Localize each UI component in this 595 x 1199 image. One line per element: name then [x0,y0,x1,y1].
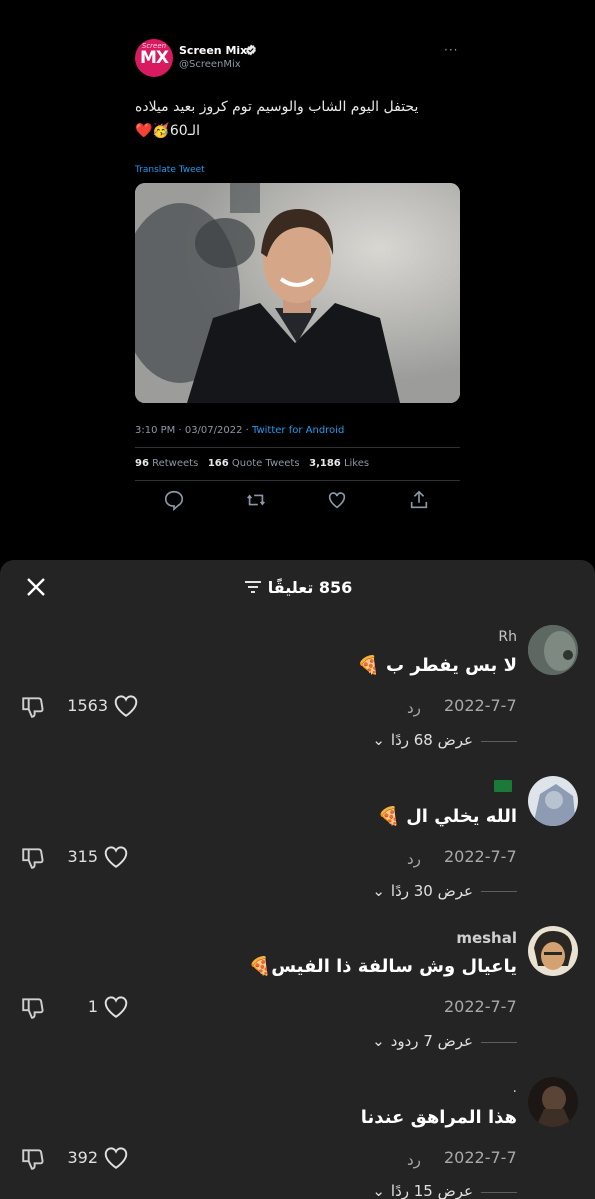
view-replies-label: عرض 15 ردًا [390,1182,473,1199]
tweet-meta: 3:10 PM · 03/07/2022 · Twitter for Andro… [135,425,344,436]
heart-icon[interactable] [113,694,139,718]
comment-username[interactable]: meshal [456,929,517,947]
verified-badge-icon [246,44,256,56]
more-options-icon[interactable]: ··· [444,43,458,57]
reply-thread-line [481,1042,517,1043]
retweet-icon[interactable] [245,489,267,511]
heart-icon[interactable] [103,1146,129,1170]
view-replies-label: عرض 7 ردود [390,1032,473,1050]
chevron-down-icon: ⌄ [372,882,385,900]
tweet-photo[interactable] [135,183,460,403]
tweet-time: 3:10 PM · 03/07/2022 · [135,425,253,436]
comment-text-body: لا بس يفطر ب [386,655,517,676]
heart-icon[interactable] [103,995,129,1019]
avatar-image [528,625,578,675]
comment-likes-count: 315 [67,847,98,866]
reply-button[interactable]: رد [407,699,421,717]
heart-icon[interactable] [103,845,129,869]
view-replies-button[interactable]: عرض 68 ردًا ⌄ [372,731,473,749]
tweet-source[interactable]: Twitter for Android [252,425,344,436]
translate-tweet-link[interactable]: Translate Tweet [135,165,205,175]
avatar-image [528,926,578,976]
comment-date: 2022-7-7 [444,1148,517,1167]
pizza-emoji-icon: 🍕 [248,956,272,977]
view-replies-button[interactable]: عرض 15 ردًا ⌄ [372,1182,473,1199]
tweet-card: Screen MX Screen Mix @ScreenMix ··· يحتف… [0,0,595,560]
reply-thread-line [481,891,517,892]
comment-text: لا بس يفطر ب 🍕 [357,655,517,676]
comment-likes-count: 1563 [67,696,108,715]
retweets-count[interactable]: 96 [135,458,149,469]
quotes-label[interactable]: Quote Tweets [232,458,300,469]
comment-date: 2022-7-7 [444,696,517,715]
pizza-emoji-icon: 🍕 [357,655,380,676]
reply-thread-line [481,741,517,742]
share-icon[interactable] [408,489,430,511]
comment-text: ياعيال وش سالفة ذا الفيس🍕 [249,956,517,977]
comment-date: 2022-7-7 [444,997,517,1016]
comments-count-text: 856 تعليقًا [267,577,353,597]
avatar-image [528,776,578,826]
comment-text-body: الله يخلي ال [406,806,517,827]
commenter-avatar[interactable] [528,776,578,826]
comment-text: هذا المراهق عندنا [360,1107,517,1128]
portrait-image [135,183,460,403]
commenter-avatar[interactable] [528,625,578,675]
view-replies-button[interactable]: عرض 7 ردود ⌄ [372,1032,473,1050]
view-replies-button[interactable]: عرض 30 ردًا ⌄ [372,882,473,900]
account-handle[interactable]: @ScreenMix [179,59,241,70]
dislike-icon[interactable] [20,694,46,720]
avatar-logo-text: MX [139,48,169,68]
view-replies-label: عرض 68 ردًا [390,731,473,749]
tweet-text-line-1: يحتفل اليوم الشاب والوسيم توم كروز بعيد … [135,99,419,115]
chevron-down-icon: ⌄ [372,1032,385,1050]
tweet-text-line-2: الـ60🥳❤️ [135,123,200,139]
account-name[interactable]: Screen Mix [179,44,247,57]
comment-date: 2022-7-7 [444,847,517,866]
chevron-down-icon: ⌄ [372,1182,385,1199]
chevron-down-icon: ⌄ [372,731,385,749]
account-avatar[interactable]: Screen MX [135,39,173,77]
commenter-avatar[interactable] [528,1077,578,1127]
commenter-avatar[interactable] [528,926,578,976]
divider [135,480,460,481]
comment-likes-count: 1 [87,997,98,1016]
quotes-count[interactable]: 166 [208,458,229,469]
likes-count[interactable]: 3,186 [309,458,341,469]
view-replies-label: عرض 30 ردًا [390,882,473,900]
comment-text: الله يخلي ال 🍕 [377,806,517,827]
comment-username[interactable]: . [513,1080,517,1096]
tweet-stats: 96 Retweets 166 Quote Tweets 3,186 Likes [135,458,369,469]
comment-likes-count: 392 [67,1148,98,1167]
like-icon[interactable] [326,489,348,511]
avatar-image [528,1077,578,1127]
saudi-flag-icon [494,780,512,792]
reply-button[interactable]: رد [407,1151,421,1169]
divider [135,447,460,448]
reply-thread-line [481,1192,517,1193]
likes-label[interactable]: Likes [344,458,369,469]
close-icon[interactable] [24,575,48,599]
retweets-label[interactable]: Retweets [152,458,198,469]
reply-button[interactable]: رد [407,850,421,868]
reply-icon[interactable] [163,489,185,511]
pizza-emoji-icon: 🍕 [377,806,400,827]
comments-count-title: 856 تعليقًا [228,575,368,599]
comment-username[interactable]: Rh [498,629,517,645]
sort-filter-icon[interactable] [244,579,262,595]
comment-text-body: ياعيال وش سالفة ذا الفيس [271,956,517,977]
